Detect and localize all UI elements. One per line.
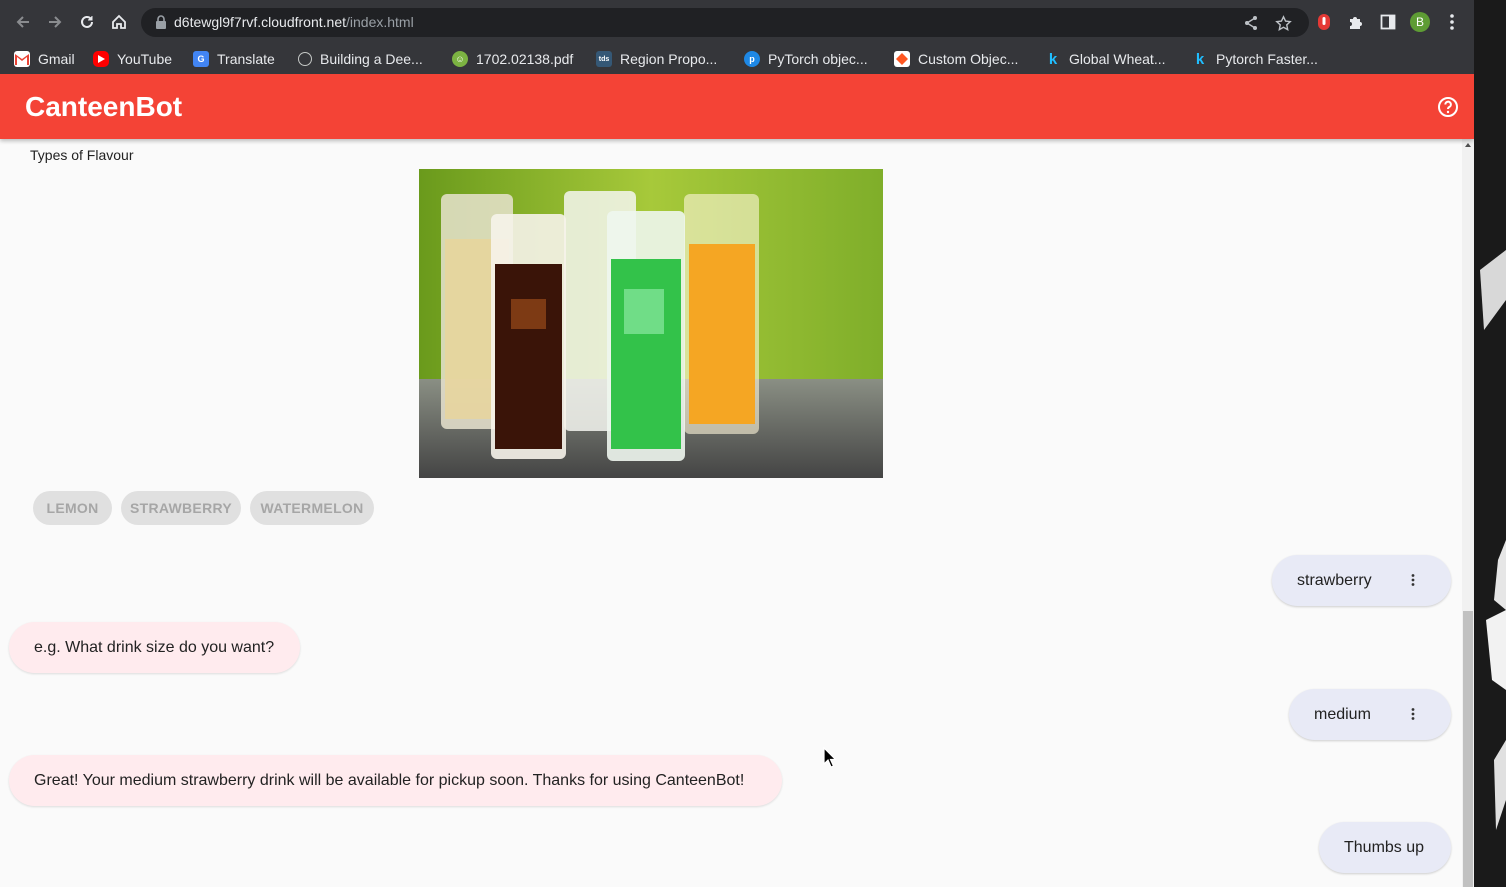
bot-message: e.g. What drink size do you want? bbox=[9, 622, 300, 673]
custom-icon bbox=[894, 51, 910, 67]
browser-toolbar: d6tewgl9f7rvf.cloudfront.net/index.html … bbox=[0, 0, 1474, 44]
reload-icon bbox=[81, 15, 93, 28]
profile-initial: B bbox=[1415, 15, 1424, 29]
bookmark-label: Custom Objec... bbox=[918, 51, 1019, 67]
youtube-icon bbox=[93, 51, 109, 67]
address-bar[interactable]: d6tewgl9f7rvf.cloudfront.net/index.html bbox=[141, 8, 1309, 37]
chip-strawberry[interactable]: STRAWBERRY bbox=[121, 491, 241, 525]
star-icon bbox=[1274, 14, 1292, 31]
chip-lemon[interactable]: LEMON bbox=[33, 491, 112, 525]
bookmark-custom-objec[interactable]: Custom Objec... bbox=[894, 47, 1018, 71]
pdf-icon: ☺ bbox=[452, 51, 468, 67]
message-text: e.g. What drink size do you want? bbox=[34, 638, 275, 656]
url-host: d6tewgl9f7rvf.cloudfront.net bbox=[174, 14, 346, 30]
home-button[interactable] bbox=[108, 11, 130, 33]
bookmark-label: YouTube bbox=[117, 51, 173, 67]
url-text: d6tewgl9f7rvf.cloudfront.net/index.html bbox=[174, 14, 414, 30]
pytorch-icon: p bbox=[744, 51, 760, 67]
url-path: /index.html bbox=[346, 14, 414, 30]
bookmark-label: Region Propo... bbox=[620, 51, 718, 67]
drinks-illustration bbox=[419, 169, 883, 478]
back-arrow-icon bbox=[16, 16, 29, 28]
bookmark-label: Global Wheat... bbox=[1069, 51, 1166, 67]
forward-arrow-icon bbox=[49, 16, 62, 28]
message-menu-icon[interactable] bbox=[1411, 708, 1415, 720]
bookmark-label: Translate bbox=[217, 51, 275, 67]
extensions-button[interactable] bbox=[1346, 12, 1366, 32]
flavour-drinks-image bbox=[419, 169, 883, 478]
user-message: Thumbs up bbox=[1319, 822, 1451, 873]
extension-button-1[interactable] bbox=[1314, 12, 1334, 32]
scroll-thumb[interactable] bbox=[1463, 611, 1473, 887]
bookmark-label: 1702.02138.pdf bbox=[476, 51, 574, 67]
bookmark-label: Gmail bbox=[38, 51, 75, 67]
user-message: strawberry bbox=[1272, 555, 1451, 606]
chat-scrollbar[interactable] bbox=[1462, 139, 1474, 887]
kaggle-icon: k bbox=[1048, 50, 1058, 68]
home-icon bbox=[112, 14, 126, 29]
user-message: medium bbox=[1289, 689, 1451, 740]
desktop-background bbox=[1474, 0, 1506, 887]
scroll-up-arrow-icon[interactable] bbox=[1465, 143, 1471, 147]
help-icon[interactable] bbox=[1437, 96, 1459, 118]
app-title: CanteenBot bbox=[25, 91, 183, 122]
chip-watermelon[interactable]: WATERMELON bbox=[250, 491, 374, 525]
vertical-dots-icon bbox=[1450, 14, 1454, 30]
reload-button[interactable] bbox=[76, 11, 98, 33]
side-panel-button[interactable] bbox=[1378, 12, 1398, 32]
bookmark-label: Pytorch Faster... bbox=[1216, 51, 1318, 67]
puzzle-icon bbox=[1350, 17, 1362, 29]
back-button[interactable] bbox=[12, 11, 34, 33]
side-panel-icon bbox=[1380, 14, 1396, 30]
browser-menu-button[interactable] bbox=[1442, 12, 1462, 32]
bookmark-pytorch-objec[interactable]: p PyTorch objec... bbox=[744, 47, 868, 71]
bookmark-global-wheat[interactable]: k Global Wheat... bbox=[1045, 47, 1166, 71]
bookmark-gmail[interactable]: Gmail bbox=[14, 47, 75, 71]
bookmark-region-propo[interactable]: tds Region Propo... bbox=[596, 47, 717, 71]
tds-icon: tds bbox=[596, 51, 612, 67]
bookmark-pdf[interactable]: ☺ 1702.02138.pdf bbox=[452, 47, 573, 71]
lock-icon bbox=[156, 15, 166, 29]
bookmark-label: PyTorch objec... bbox=[768, 51, 868, 67]
bookmark-youtube[interactable]: YouTube bbox=[93, 47, 172, 71]
kaggle-icon: k bbox=[1195, 50, 1205, 68]
bot-message: Great! Your medium strawberry drink will… bbox=[9, 755, 782, 806]
message-text: Great! Your medium strawberry drink will… bbox=[34, 771, 745, 789]
bookmark-pytorch-faster[interactable]: k Pytorch Faster... bbox=[1192, 47, 1318, 71]
message-text: strawberry bbox=[1297, 571, 1372, 589]
bookmark-translate[interactable]: G Translate bbox=[193, 47, 275, 71]
chat-window: Types of Flavour LEMON STRAWBERRY WATERM… bbox=[0, 139, 1462, 887]
app-header: CanteenBot bbox=[0, 74, 1474, 139]
bookmark-label: Building a Dee... bbox=[320, 51, 423, 67]
mouse-cursor-icon bbox=[823, 747, 837, 768]
bookmark-star-button[interactable] bbox=[1274, 14, 1292, 32]
desktop-wallpaper-graphic bbox=[1480, 250, 1506, 830]
share-button[interactable] bbox=[1242, 14, 1260, 32]
site-icon bbox=[298, 52, 312, 66]
forward-button[interactable] bbox=[44, 11, 66, 33]
message-menu-icon[interactable] bbox=[1411, 574, 1415, 586]
hand-stop-icon bbox=[1318, 14, 1330, 30]
gmail-icon bbox=[14, 51, 30, 67]
message-text: medium bbox=[1314, 705, 1371, 723]
profile-avatar[interactable]: B bbox=[1410, 12, 1430, 32]
card-title: Types of Flavour bbox=[30, 147, 134, 163]
message-text: Thumbs up bbox=[1344, 838, 1425, 856]
bookmark-building-a-dee[interactable]: Building a Dee... bbox=[298, 47, 423, 71]
translate-icon: G bbox=[193, 51, 209, 67]
share-icon bbox=[1245, 16, 1257, 30]
canteenbot-app: CanteenBot Types of Flavour LEMON STRAWB… bbox=[0, 74, 1474, 887]
bookmarks-bar: Gmail YouTube G Translate Building a Dee.… bbox=[0, 44, 1474, 74]
